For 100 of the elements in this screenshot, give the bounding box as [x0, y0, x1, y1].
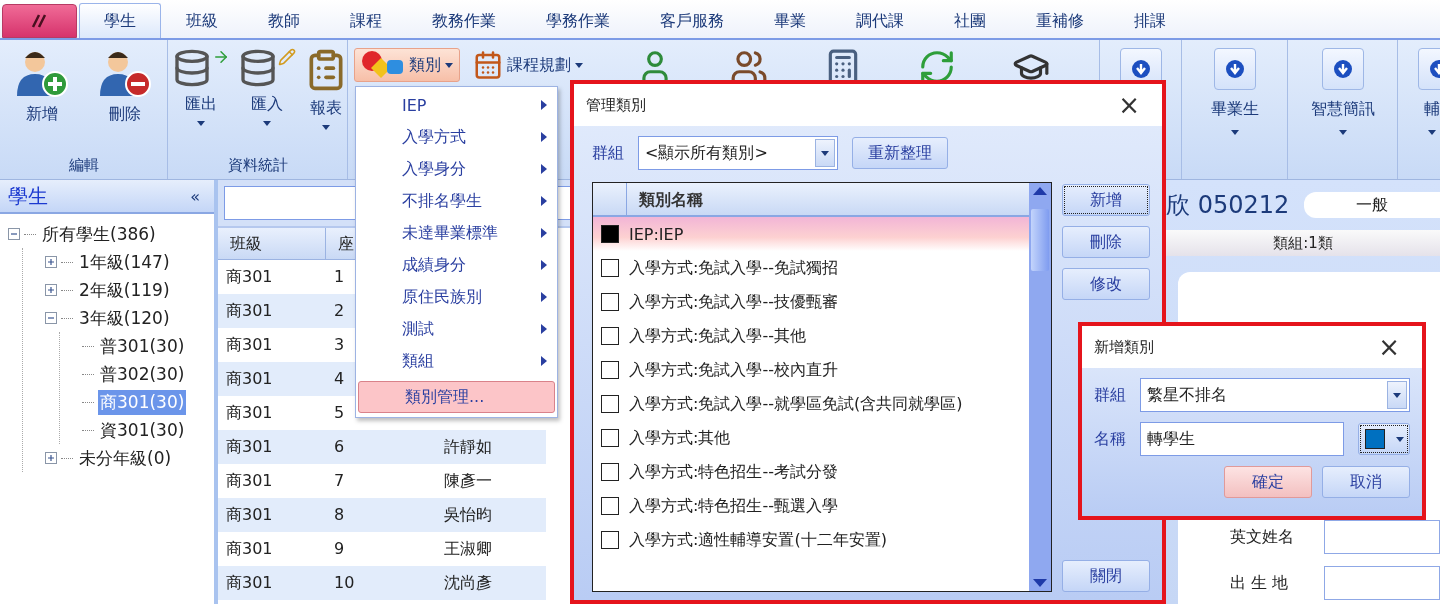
collapse-toggle-icon[interactable] — [45, 312, 57, 324]
ribbon-tab[interactable]: 客戶服務 — [635, 3, 749, 38]
color-picker[interactable] — [1358, 423, 1410, 455]
ribbon-tab[interactable]: 班級 — [161, 3, 243, 38]
menu-item[interactable]: 入學方式 — [386, 121, 557, 153]
caret-icon — [445, 62, 453, 68]
dialog-button[interactable]: 取消 — [1322, 466, 1410, 498]
ribbon-tab[interactable]: 畢業 — [749, 3, 831, 38]
ribbon-tab[interactable]: 社團 — [929, 3, 1011, 38]
menu-item[interactable]: 未達畢業標準 — [386, 217, 557, 249]
collapse-button[interactable]: « — [184, 185, 206, 207]
tree-item[interactable]: 3年級(120) — [77, 305, 172, 331]
table-cell: 沈尚彥 — [436, 566, 546, 600]
ribbon-tab[interactable]: 重補修 — [1011, 3, 1109, 38]
menu-item[interactable]: 入學身分 — [386, 153, 557, 185]
menu-item[interactable]: 類別管理... — [358, 381, 555, 413]
caret-icon — [1428, 130, 1436, 135]
ribbon-button[interactable]: 新增 — [10, 48, 73, 125]
tree-item[interactable]: 資301(30) — [98, 417, 187, 443]
ribbon-button[interactable]: 匯入 — [234, 48, 300, 126]
expand-toggle-icon[interactable] — [45, 256, 57, 268]
field-label: 出 生 地 — [1230, 572, 1290, 594]
table-cell: 商301 — [218, 566, 326, 600]
expand-toggle-icon[interactable] — [45, 284, 57, 296]
caret-icon — [1338, 130, 1347, 135]
refresh-button[interactable]: 重新整理 — [852, 137, 948, 169]
close-button[interactable]: × — [1372, 331, 1406, 363]
close-dialog-button[interactable]: 關閉 — [1062, 560, 1150, 592]
database-export-icon — [172, 48, 230, 88]
database-edit-icon — [238, 48, 296, 88]
ribbon-tab[interactable]: 課程 — [325, 3, 407, 38]
field-label: 英文姓名 — [1230, 526, 1295, 548]
tree-item[interactable]: 普302(30) — [98, 361, 187, 387]
scrollbar[interactable] — [1029, 183, 1051, 591]
caret-icon — [197, 121, 205, 126]
input-field[interactable] — [1324, 520, 1440, 554]
tree-item[interactable]: 所有學生(386) — [40, 221, 158, 247]
table-cell: 商301 — [218, 498, 326, 532]
ribbon-tab[interactable]: 教務作業 — [407, 3, 521, 38]
column-header[interactable]: 班級 — [218, 228, 326, 260]
ribbon-tab[interactable]: 學務作業 — [521, 3, 635, 38]
ribbon-button[interactable]: 輔 — [1418, 98, 1440, 136]
ribbon-tab[interactable]: 教師 — [243, 3, 325, 38]
split-button[interactable]: 課程規劃 — [466, 48, 590, 82]
field-label: 群組 — [592, 142, 624, 164]
submenu-arrow-icon — [541, 324, 547, 334]
download-icon — [1333, 60, 1352, 78]
split-button[interactable]: 類別 — [354, 48, 460, 82]
name-field[interactable]: 轉學生 — [1140, 422, 1344, 456]
tree-item[interactable]: 1年級(147) — [77, 249, 172, 275]
ribbon-tab[interactable]: 調代課 — [831, 3, 929, 38]
ribbon-button[interactable]: 刪除 — [94, 48, 157, 125]
submenu-arrow-icon — [541, 132, 547, 142]
ribbon-button[interactable]: 報表 — [300, 48, 352, 130]
submenu-arrow-icon — [541, 164, 547, 174]
group-bar: 類組:1類 — [1166, 230, 1440, 256]
group-dropdown[interactable]: <顯示所有類別> — [638, 136, 838, 170]
caret-icon — [1230, 130, 1239, 135]
group-dropdown[interactable]: 繁星不排名 — [1140, 378, 1410, 412]
app-menu-button[interactable] — [2, 4, 77, 38]
menu-item[interactable]: 不排名學生 — [386, 185, 557, 217]
expand-toggle-icon[interactable] — [45, 452, 57, 464]
collapse-toggle-icon[interactable] — [8, 228, 20, 240]
table-cell: 6 — [326, 430, 436, 464]
menu-item[interactable]: IEP — [386, 89, 557, 121]
tree-item[interactable]: 2年級(119) — [77, 277, 172, 303]
student-name: 欣 050212 — [1166, 190, 1290, 221]
table-cell: 許靜如 — [436, 430, 546, 464]
scroll-thumb[interactable] — [1031, 209, 1049, 271]
caret-icon — [821, 150, 829, 156]
download-button[interactable] — [1213, 48, 1256, 90]
tree-item[interactable]: 普301(30) — [98, 333, 187, 359]
ribbon-tab[interactable]: 學生 — [79, 3, 161, 38]
ribbon-button[interactable]: 匯出 — [168, 48, 234, 126]
list-item[interactable]: IEP:IEP — [593, 217, 1029, 251]
scroll-down-icon[interactable] — [1033, 579, 1047, 587]
submenu-arrow-icon — [541, 228, 547, 238]
caret-icon — [575, 62, 583, 68]
shapes-icon — [361, 50, 405, 80]
tree-item[interactable]: 未分年級(0) — [77, 445, 174, 471]
download-button[interactable] — [1321, 48, 1364, 90]
dialog-button[interactable]: 確定 — [1224, 466, 1312, 498]
ribbon-button[interactable]: 智慧簡訊 — [1304, 98, 1381, 136]
submenu-arrow-icon — [541, 292, 547, 302]
group-label: 資料統計 — [226, 155, 289, 176]
download-icon — [1131, 60, 1150, 78]
submenu-arrow-icon — [541, 260, 547, 270]
table-cell: 商301 — [218, 430, 326, 464]
dialog-button[interactable]: 刪除 — [1062, 226, 1150, 258]
input-field[interactable] — [1324, 566, 1440, 600]
dialog-button[interactable]: 新增 — [1062, 184, 1150, 216]
scroll-up-icon[interactable] — [1033, 187, 1047, 195]
ribbon-tab[interactable]: 排課 — [1109, 3, 1191, 38]
close-button[interactable]: × — [1112, 89, 1146, 121]
calendar-icon — [473, 50, 503, 80]
group-label: 編輯 — [67, 155, 100, 176]
caret-icon — [322, 125, 330, 130]
panel-title: 學生 — [8, 182, 48, 210]
dialog-button[interactable]: 修改 — [1062, 268, 1150, 300]
ribbon-button[interactable]: 畢業生 — [1204, 98, 1265, 136]
